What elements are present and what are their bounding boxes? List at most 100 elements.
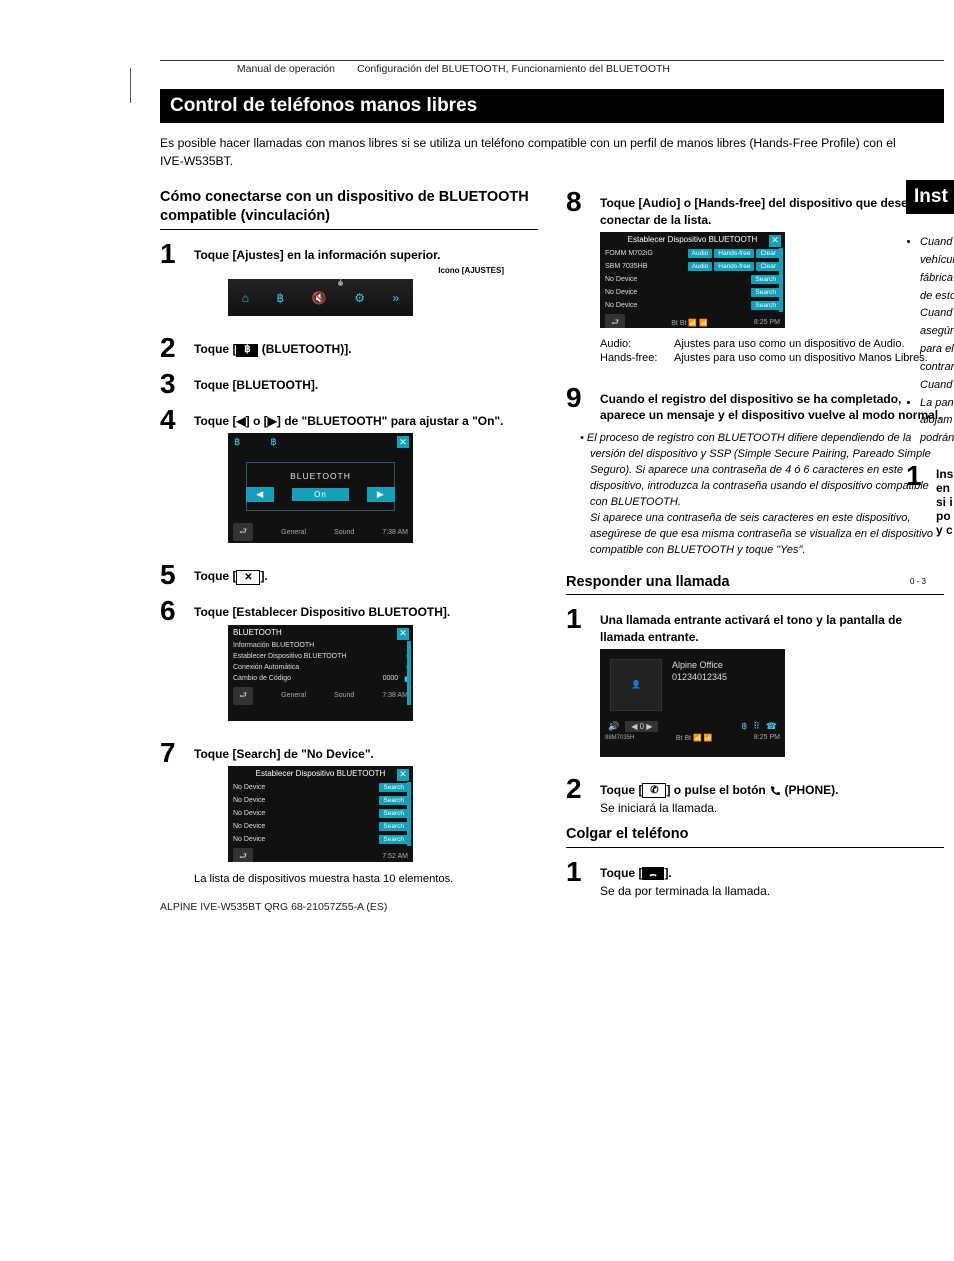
next-banner: Inst (906, 180, 954, 214)
device-name: SBM 7035HB (605, 263, 686, 270)
cut-step-line: Ins (936, 467, 953, 481)
cut-line: fábrica (920, 271, 954, 286)
step-4: 4 Toque [◀] o [▶] de "BLUETOOTH" para aj… (160, 406, 538, 553)
device-row: No Device (605, 276, 749, 283)
device-row: No Device (605, 289, 749, 296)
step-7-text: Toque [Search] de "No Device". (194, 746, 538, 762)
back-icon: ⮐ (233, 687, 253, 705)
search-button: Search (751, 288, 780, 297)
cut-step-number: 1 (906, 460, 936, 537)
step-number: 2 (566, 775, 600, 803)
step-3-text: Toque [BLUETOOTH]. (194, 378, 318, 392)
clear-button: Clear (756, 262, 780, 271)
bluetooth-icon: ฿ (236, 344, 258, 357)
step-3: 3 Toque [BLUETOOTH]. (160, 370, 538, 398)
step-4-text: Toque [◀] o [▶] de "BLUETOOTH" para ajus… (194, 413, 538, 429)
list-title: Establecer Dispositivo BLUETOOTH (600, 232, 785, 247)
desc-val-hf: Ajustes para uso como un dispositivo Man… (674, 352, 944, 364)
cut-line: La pan (920, 396, 954, 411)
cut-step-line: en (936, 481, 953, 495)
close-icon: ✕ (397, 436, 409, 448)
answer-2-sub: Se iniciará la llamada. (600, 800, 944, 817)
registration-note: • El proceso de registro con BLUETOOTH d… (580, 431, 944, 559)
answer-1-text: Una llamada entrante activará el tono y … (600, 612, 944, 644)
phone-pickup-icon: ✆ (642, 783, 666, 798)
search-button: Search (379, 783, 408, 792)
step-6-text: Toque [Establecer Dispositivo BLUETOOTH]… (194, 604, 538, 620)
close-icon: ✕ (397, 769, 409, 781)
desc-key-hf: Hands-free: (600, 352, 674, 364)
footer-time: 7:38 AM (382, 692, 408, 699)
caller-name: Alpine Office (672, 659, 727, 672)
step-1: 1 Toque [Ajustes] en la información supe… (160, 240, 538, 326)
footer-time: 7:52 AM (382, 853, 408, 860)
forward-icon: » (393, 291, 400, 305)
margin-rule (130, 68, 281, 103)
step-5: 5 Toque [✕]. (160, 561, 538, 589)
cut-line: de esto (920, 289, 954, 304)
hang-1-sub: Se da por terminada la llamada. (600, 883, 944, 900)
avatar-icon: 👤 (610, 659, 662, 711)
device-row: No Device (605, 302, 749, 309)
back-icon: ⮐ (233, 848, 253, 862)
back-icon: ⮐ (233, 523, 253, 541)
left-column: Cómo conectarse con un dispositivo de BL… (160, 188, 538, 907)
figure-search: Establecer Dispositivo BLUETOOTH ✕ No De… (228, 766, 413, 862)
menu-title: BLUETOOTH (228, 625, 413, 640)
step-number: 4 (160, 406, 194, 434)
left-arrow-button: ◀ (246, 487, 274, 502)
step-7: 7 Toque [Search] de "No Device". Estable… (160, 739, 538, 899)
cut-line: Cuand (920, 378, 954, 393)
bt-label: BLUETOOTH (247, 471, 394, 481)
hangup-heading: Colgar el teléfono (566, 825, 944, 848)
answer-heading: Responder una llamada (566, 573, 944, 596)
step-number: 1 (566, 605, 600, 633)
on-value: On (292, 488, 349, 501)
answer-step-1: 1 Una llamada entrante activará el tono … (566, 605, 944, 766)
footer-sound: Sound (334, 529, 354, 536)
search-button: Search (379, 822, 408, 831)
caller-number: 01234012345 (672, 671, 727, 684)
step-8-text: Toque [Audio] o [Hands-free] del disposi… (600, 195, 944, 227)
figure-toolbar: ⌂ ฿ 🔇 ⚙ » (228, 279, 413, 316)
step-2-text-a: Toque [ (194, 342, 236, 356)
hang-1-b: ]. (664, 866, 671, 880)
cut-line: alojam (920, 413, 954, 428)
cut-line: vehícul (920, 253, 954, 268)
page-footer: ALPINE IVE-W535BT QRG 68-21057Z55-A (ES) (160, 901, 387, 913)
cut-step-line: si i (936, 495, 953, 509)
menu-row: Información BLUETOOTH (233, 642, 408, 649)
pairing-heading: Cómo conectarse con un dispositivo de BL… (160, 188, 538, 230)
cut-step-line: po (936, 509, 953, 523)
cut-line: Cuand (920, 306, 954, 321)
figure-bt-menu: ✕ BLUETOOTH Información BLUETOOTH Establ… (228, 625, 413, 721)
device-name: FOMM M702iG (605, 250, 686, 257)
hangup-step-1: 1 Toque []. Se da por terminada la llama… (566, 858, 944, 900)
device-row: No Device (233, 836, 377, 843)
step-5-text-b: ]. (260, 569, 267, 583)
next-page-sliver: Inst Cuand vehícul fábrica de esto Cuand… (906, 180, 954, 586)
step-9-text: Cuando el registro del dispositivo se ha… (600, 391, 944, 423)
cut-line: Cuand (920, 235, 954, 250)
answer-icon: ฿ (741, 721, 747, 732)
code: 0000 (383, 675, 399, 682)
answer-2-a: Toque [ (600, 783, 642, 797)
step-6: 6 Toque [Establecer Dispositivo BLUETOOT… (160, 597, 538, 730)
cut-line: contrar (920, 360, 954, 375)
back-icon: ⮐ (605, 314, 625, 328)
menu-row: Establecer Dispositivo BLUETOOTH (233, 653, 406, 660)
intro-paragraph: Es posible hacer llamadas con manos libr… (160, 135, 914, 170)
step-number: 2 (160, 334, 194, 362)
search-button: Search (751, 301, 780, 310)
handsfree-button: Hands-free (714, 262, 754, 271)
audio-button: Audio (688, 249, 713, 258)
desc-val-audio: Ajustes para uso como un dispositivo de … (674, 338, 944, 350)
step-number: 3 (160, 370, 194, 398)
step-number: 6 (160, 597, 194, 625)
step-2: 2 Toque [฿ (BLUETOOTH)]. (160, 334, 538, 362)
figure-device-list: Establecer Dispositivo BLUETOOTH ✕ FOMM … (600, 232, 785, 328)
device-row: No Device (233, 797, 377, 804)
phone-hangup-icon (642, 867, 664, 880)
clear-button: Clear (756, 249, 780, 258)
footer-general: General (281, 529, 306, 536)
